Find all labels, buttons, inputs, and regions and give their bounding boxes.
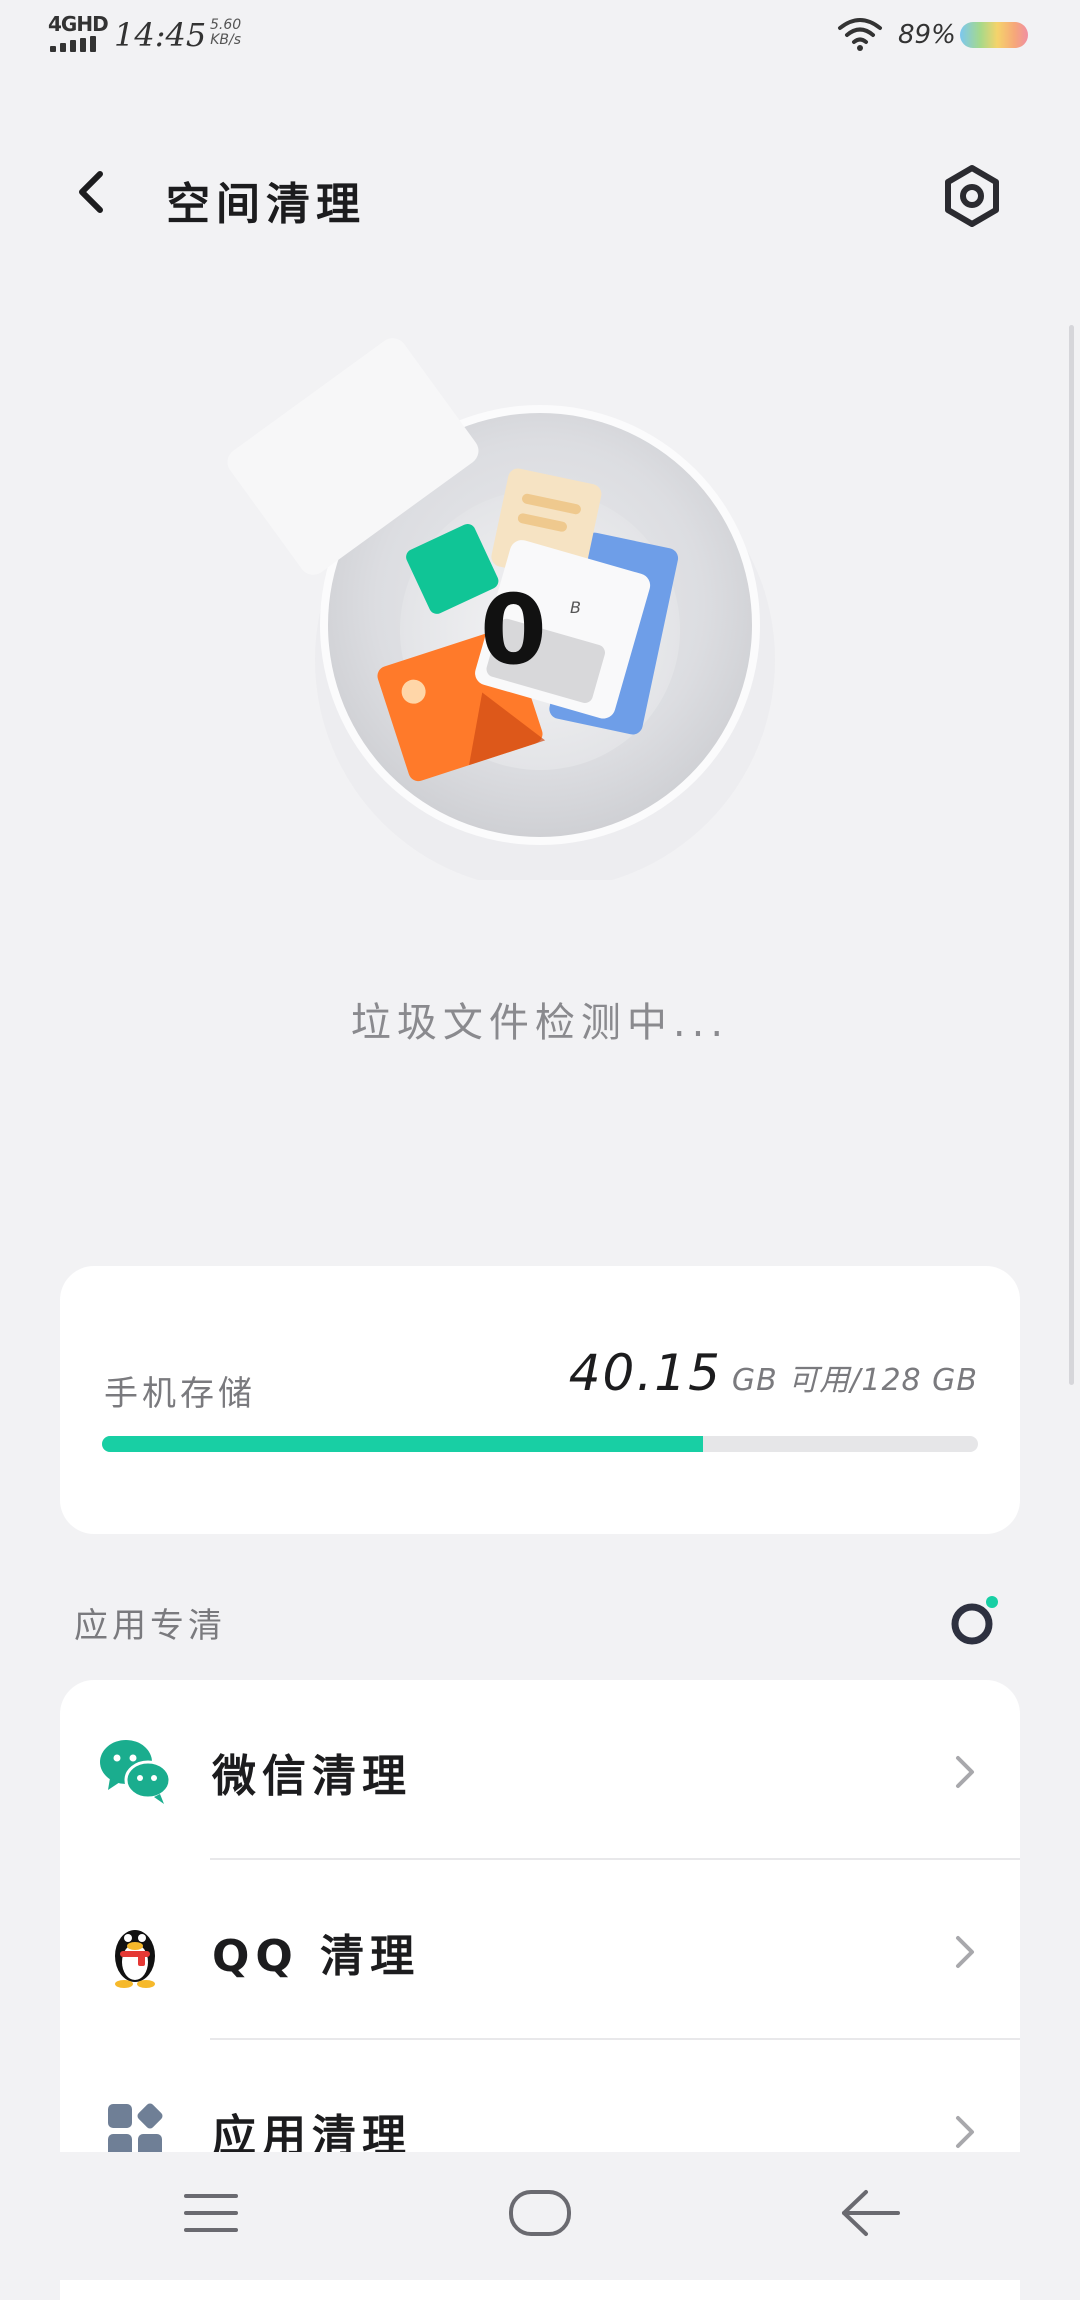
list-item-label: 微信清理 [212, 1751, 412, 1802]
clock: 14:45 [114, 16, 207, 54]
scan-status: 垃圾文件检测中... [350, 1000, 730, 1046]
chevron-right-icon [956, 1756, 974, 1788]
list-item-qq[interactable]: QQ 清理 [60, 1860, 1020, 2040]
menu-icon[interactable] [166, 2178, 256, 2248]
network-type: 4GHD [48, 12, 109, 36]
storage-free: 40.15 [568, 1344, 722, 1402]
battery-icon [960, 22, 1028, 48]
storage-total: GB 可用/128 GB [731, 1363, 978, 1398]
wifi-icon [838, 18, 882, 51]
battery-percent: 89% [898, 20, 956, 50]
section-title: 应用专清 [74, 1606, 226, 1646]
junk-size: 0 B [480, 580, 600, 680]
navigation-bar [0, 2152, 1080, 2280]
storage-progress-fill [102, 1436, 703, 1452]
storage-progress-bar [102, 1436, 978, 1452]
junk-size-unit: B [570, 598, 581, 617]
status-bar: 4GHD 14:45 5.60 KB/s 89% [0, 0, 1080, 70]
signal-icon [50, 36, 98, 52]
ring-dot-icon[interactable] [946, 1592, 1004, 1650]
storage-label: 手机存储 [104, 1374, 256, 1414]
network-speed: 5.60 KB/s [210, 17, 242, 48]
settings-hexagon-icon[interactable] [936, 160, 1008, 232]
list-item-wechat[interactable]: 微信清理 [60, 1680, 1020, 1860]
back-icon[interactable] [826, 2178, 916, 2248]
back-arrow-icon[interactable] [60, 160, 124, 224]
scrollbar[interactable] [1069, 325, 1074, 1385]
chevron-right-icon [956, 2116, 974, 2148]
wechat-icon [100, 1740, 172, 1804]
junk-size-value: 0 [480, 574, 547, 686]
page-title: 空间清理 [166, 179, 366, 230]
home-icon[interactable] [495, 2178, 585, 2248]
list-item-label: QQ 清理 [212, 1931, 421, 1982]
qq-penguin-icon [115, 1930, 155, 1988]
storage-value: 40.15 GB 可用/128 GB [569, 1344, 978, 1402]
storage-card[interactable]: 手机存储 40.15 GB 可用/128 GB [60, 1266, 1020, 1534]
chevron-right-icon [956, 1936, 974, 1968]
